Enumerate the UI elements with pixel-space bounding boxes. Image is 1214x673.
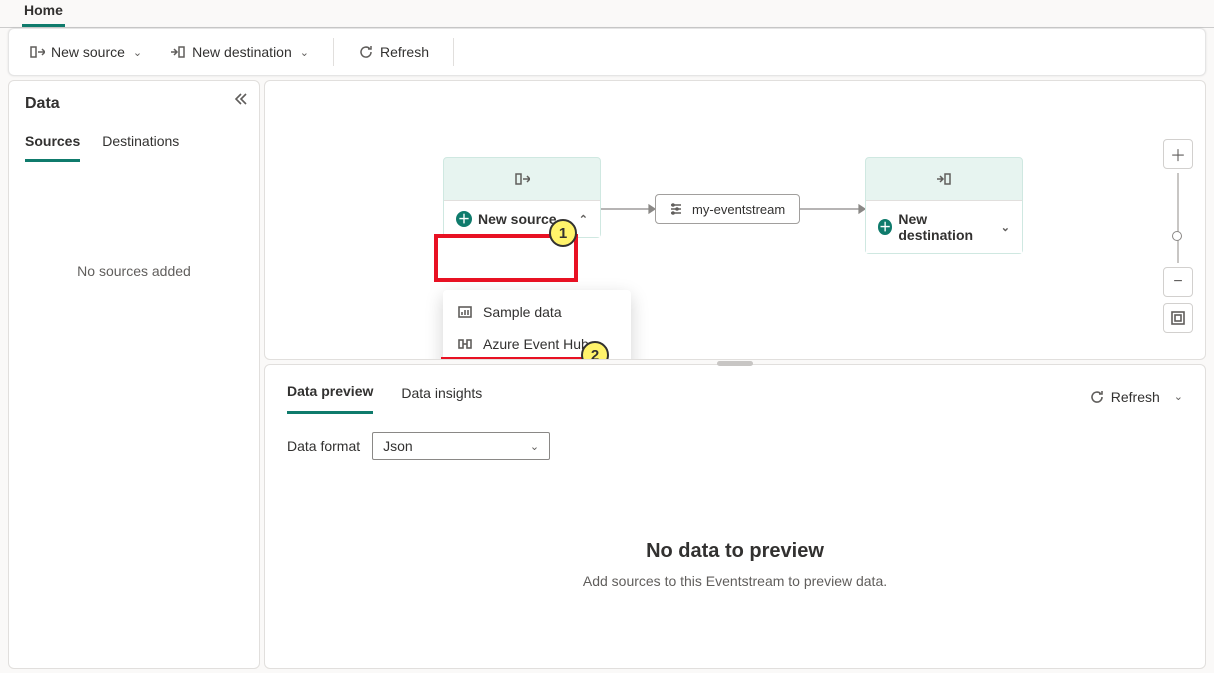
edge-source-to-stream: [601, 199, 655, 219]
side-tab-destinations[interactable]: Destinations: [102, 127, 179, 162]
sources-empty-text: No sources added: [25, 263, 243, 279]
ribbon-tabs: Home: [0, 0, 1214, 28]
fit-icon: [1170, 310, 1186, 326]
data-format-row: Data format Json ⌄: [265, 414, 1205, 460]
plus-circle-icon: ＋: [456, 211, 472, 227]
source-node-new-button[interactable]: ＋ New source ⌃: [444, 200, 600, 237]
refresh-label: Refresh: [380, 44, 429, 60]
resize-handle[interactable]: [717, 361, 753, 366]
chevron-down-icon: ⌄: [530, 440, 539, 453]
source-node[interactable]: ＋ New source ⌃: [443, 157, 601, 238]
plus-circle-icon: ＋: [878, 219, 892, 235]
side-tabs: Sources Destinations: [25, 127, 243, 163]
chevron-down-icon: ⌄: [1001, 221, 1010, 234]
tab-home[interactable]: Home: [22, 0, 65, 27]
zoom-slider-track[interactable]: [1177, 173, 1179, 263]
preview-refresh-button[interactable]: Refresh ⌄: [1089, 389, 1183, 405]
destination-node[interactable]: ＋ New destination ⌄: [865, 157, 1023, 254]
tab-data-insights[interactable]: Data insights: [401, 381, 482, 413]
eventstream-name: my-eventstream: [692, 202, 785, 217]
zoom-slider-handle[interactable]: [1172, 231, 1182, 241]
destination-node-new-button[interactable]: ＋ New destination ⌄: [866, 200, 1022, 253]
data-side-panel: Data Sources Destinations No sources add…: [8, 80, 260, 669]
eventstream-node[interactable]: my-eventstream: [655, 194, 800, 224]
data-format-value: Json: [383, 438, 413, 454]
chevron-double-left-icon: [233, 91, 249, 107]
sample-data-icon: [457, 304, 473, 320]
toolbar-separator: [453, 38, 454, 66]
new-source-label: New source: [51, 44, 125, 60]
destination-icon: [936, 171, 952, 187]
preview-refresh-label: Refresh: [1111, 389, 1160, 405]
destination-node-head: [866, 158, 1022, 200]
menu-item-label: Sample data: [483, 304, 562, 320]
refresh-icon: [358, 44, 374, 60]
menu-item-azure-event-hubs[interactable]: Azure Event Hubs: [443, 328, 631, 360]
toolbar: New source ⌄ New destination ⌄ Refresh: [8, 28, 1206, 76]
new-source-button[interactable]: New source ⌄: [21, 38, 150, 66]
chevron-down-icon: ⌄: [133, 46, 142, 59]
zoom-in-button[interactable]: ＋: [1163, 139, 1193, 169]
source-node-head: [444, 158, 600, 200]
chevron-down-icon: ⌄: [300, 46, 309, 59]
flow-canvas[interactable]: ＋ New source ⌃ ＋ New destination ⌄: [264, 80, 1206, 360]
collapse-panel-button[interactable]: [233, 91, 249, 110]
chevron-down-icon: ⌄: [1174, 390, 1183, 403]
menu-item-sample-data[interactable]: Sample data: [443, 296, 631, 328]
menu-item-label: Azure Event Hubs: [483, 336, 596, 352]
source-icon: [29, 44, 45, 60]
data-preview-panel: Data preview Data insights Refresh ⌄ Dat…: [264, 364, 1206, 669]
no-data-title: No data to preview: [265, 540, 1205, 563]
new-destination-button[interactable]: New destination ⌄: [162, 38, 317, 66]
zoom-controls: ＋ −: [1163, 139, 1193, 333]
no-data-message: No data to preview Add sources to this E…: [265, 540, 1205, 589]
refresh-icon: [1089, 389, 1105, 405]
destination-node-label: New destination: [898, 211, 994, 243]
new-source-menu: Sample data Azure Event Hubs Azure IoT H…: [443, 290, 631, 360]
side-panel-title: Data: [25, 95, 243, 113]
no-data-subtitle: Add sources to this Eventstream to previ…: [265, 573, 1205, 589]
edge-stream-to-dest: [800, 199, 865, 219]
side-tab-sources[interactable]: Sources: [25, 127, 80, 162]
source-node-label: New source: [478, 211, 557, 227]
source-icon: [514, 171, 530, 187]
fit-to-screen-button[interactable]: [1163, 303, 1193, 333]
data-format-select[interactable]: Json ⌄: [372, 432, 550, 460]
preview-tabs: Data preview Data insights Refresh ⌄: [265, 365, 1205, 414]
zoom-out-button[interactable]: −: [1163, 267, 1193, 297]
refresh-button[interactable]: Refresh: [350, 38, 437, 66]
toolbar-separator: [333, 38, 334, 66]
eventstream-icon: [668, 201, 684, 217]
event-hubs-icon: [457, 336, 473, 352]
destination-icon: [170, 44, 186, 60]
annotation-highlight-1: [434, 234, 578, 282]
tab-data-preview[interactable]: Data preview: [287, 379, 373, 414]
new-destination-label: New destination: [192, 44, 292, 60]
chevron-up-icon: ⌃: [579, 213, 588, 226]
data-format-label: Data format: [287, 438, 360, 454]
